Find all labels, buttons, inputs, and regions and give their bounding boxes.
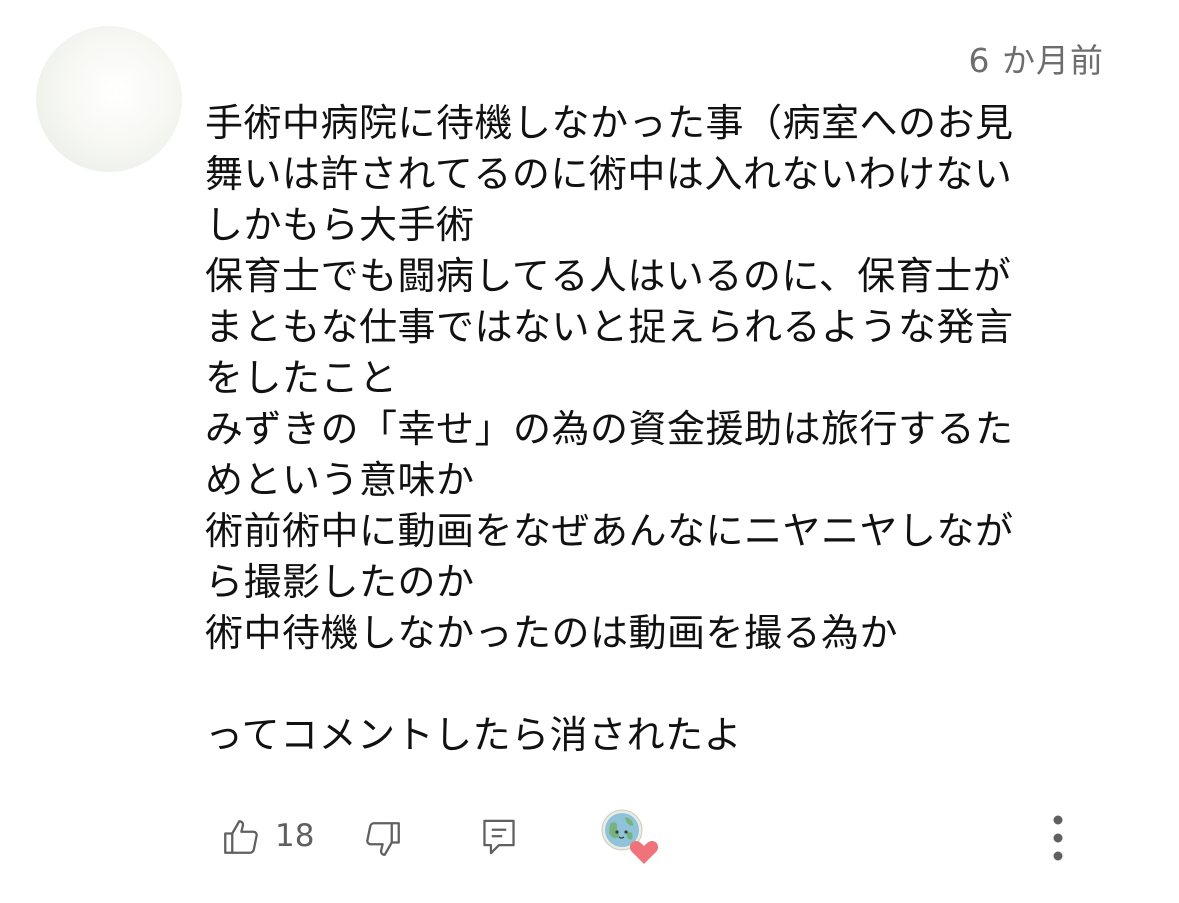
comment-action-bar: 18 — [0, 808, 1179, 868]
comment-timestamp: 6 か月前 — [968, 41, 1104, 80]
like-count: 18 — [275, 818, 315, 854]
author-avatar[interactable] — [36, 26, 182, 172]
more-options-button[interactable] — [1040, 810, 1076, 866]
like-button[interactable] — [218, 812, 264, 862]
reply-icon — [483, 819, 515, 855]
thumbs-down-icon — [366, 822, 400, 856]
creator-heart-badge — [598, 808, 662, 868]
comment-text: 手術中病院に待機しなかった事（病室へのお見 舞いは許されてるのに術中は入れないわ… — [205, 101, 1014, 757]
creator-heart-icon — [601, 809, 659, 864]
more-vertical-icon — [1053, 815, 1063, 861]
reply-button[interactable] — [476, 812, 522, 862]
author-name[interactable] — [210, 44, 510, 84]
comment-thread-item: 6 か月前 手術中病院に待機しなかった事（病室へのお見 舞いは許されてるのに術中… — [0, 0, 1179, 903]
dislike-button[interactable] — [360, 814, 406, 864]
thumbs-up-icon — [224, 820, 258, 854]
